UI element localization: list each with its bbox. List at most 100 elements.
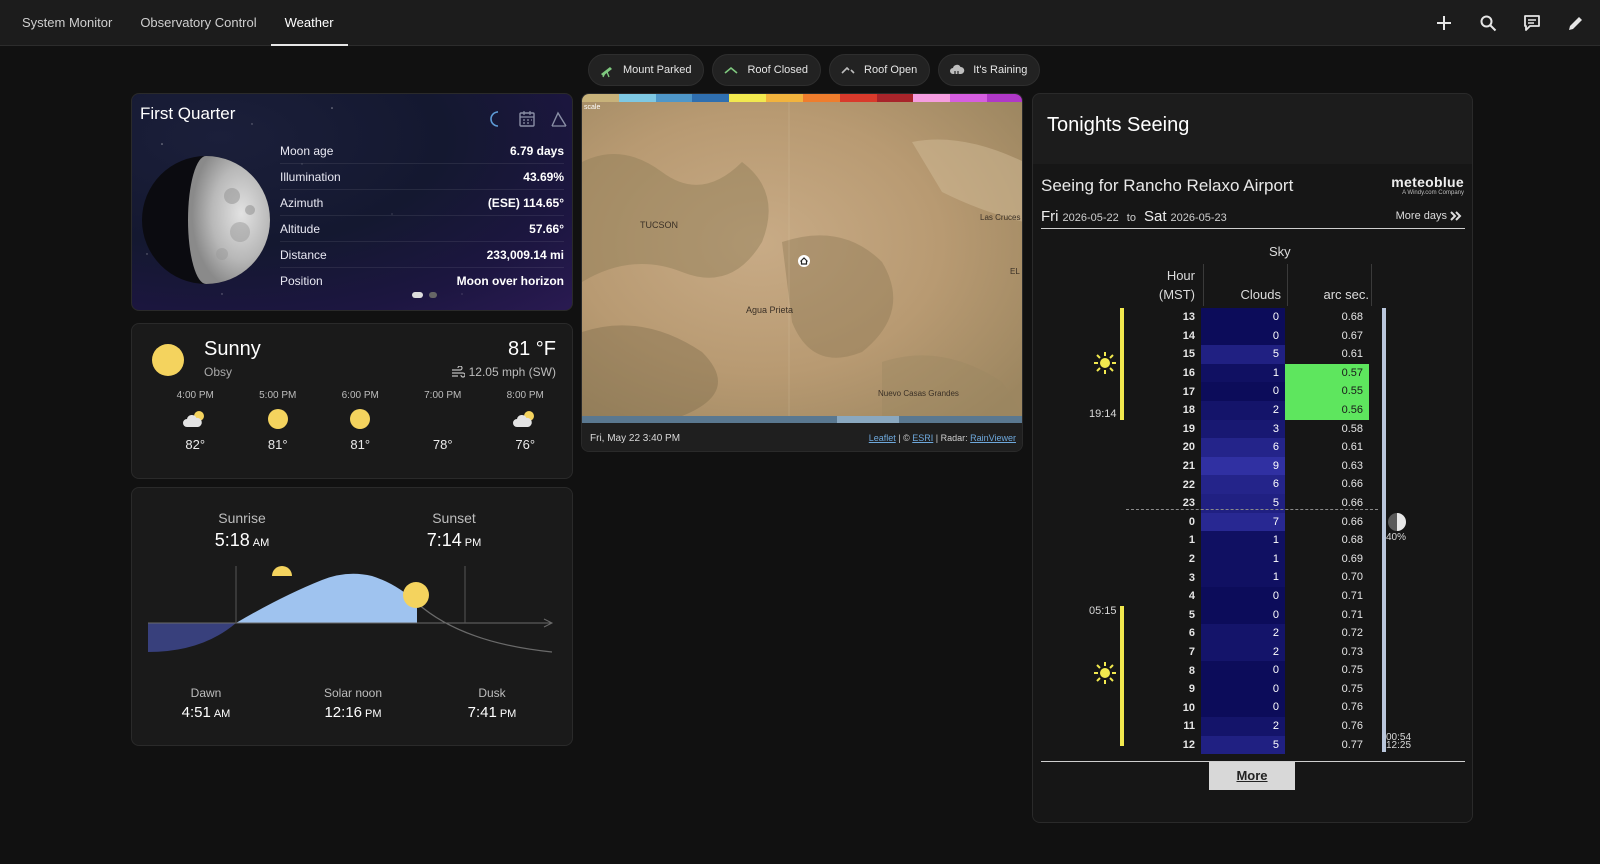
moon-row-position: Position Moon over horizon xyxy=(280,268,564,294)
roof-open-icon xyxy=(841,66,855,74)
column-divider xyxy=(1371,264,1372,306)
cloud-cover-cell: 0 xyxy=(1201,698,1285,718)
map-footer: Fri, May 22 3:40 PM Leaflet | © ESRI | R… xyxy=(582,423,1022,451)
sunrise-time-label: 05:15 xyxy=(1089,605,1117,617)
seeing-row: 13 0 0.68 xyxy=(1121,308,1369,327)
cloud-cover-cell: 5 xyxy=(1201,345,1285,364)
search-icon[interactable] xyxy=(1476,11,1500,35)
tab-observatory-control[interactable]: Observatory Control xyxy=(126,0,270,46)
seeing-hour: 0 xyxy=(1188,515,1195,528)
more-days-link[interactable]: More days xyxy=(1396,210,1462,222)
map-city-label: Las Cruces xyxy=(980,213,1020,222)
carousel-dot-1[interactable] xyxy=(412,292,423,298)
cloud-cover-cell: 5 xyxy=(1201,735,1285,755)
dashboard-tabs: System Monitor Observatory Control Weath… xyxy=(8,0,348,46)
dawn-time: 4:51 AM xyxy=(166,704,246,721)
cloud-cover-cell: 3 xyxy=(1201,419,1285,439)
chip-mount-parked[interactable]: Mount Parked xyxy=(588,54,705,86)
dusk-label: Dusk xyxy=(478,686,506,700)
seeing-arcsec-cell: 0.66 xyxy=(1341,478,1363,491)
moon-time-2: 12:25 xyxy=(1386,740,1412,751)
cloud-cover-cell: 7 xyxy=(1201,512,1285,532)
map-attribution: Leaflet | © ESRI | Radar: RainViewer xyxy=(869,433,1016,443)
row-label: Azimuth xyxy=(280,196,324,210)
row-label: Moon age xyxy=(280,144,334,158)
row-value: 233,009.14 mi xyxy=(486,248,564,262)
radar-timeline-progress[interactable] xyxy=(837,416,900,423)
edit-pencil-icon[interactable] xyxy=(1564,11,1588,35)
moon-row-age: Moon age 6.79 days xyxy=(280,138,564,164)
satellite-map[interactable]: scale TUCSON Agua Prieta Las Cruces EL N… xyxy=(582,102,1023,416)
sun-daylight-bar xyxy=(1120,308,1124,420)
sunny-icon xyxy=(152,344,184,376)
seeing-row: 2 1 0.69 xyxy=(1121,549,1369,569)
wind-speed: 12.05 mph (SW) xyxy=(468,365,556,379)
weather-location: Obsy xyxy=(204,365,233,379)
forecast-time: 8:00 PM xyxy=(506,390,544,401)
seeing-hour: 1 xyxy=(1188,534,1195,547)
weather-forecast-card[interactable]: Sunny Obsy 81 °F 12.05 mph (SW) 4:00 PM … xyxy=(131,323,573,479)
header-divider xyxy=(1041,228,1465,229)
moon-phase-title: First Quarter xyxy=(140,104,236,123)
forecast-temp: 82° xyxy=(185,437,206,452)
solar-noon-time: 12:16 PM xyxy=(298,704,408,721)
seeing-row: 21 9 0.63 xyxy=(1121,456,1369,476)
chip-roof-open[interactable]: Roof Open xyxy=(829,54,931,86)
tab-system-monitor[interactable]: System Monitor xyxy=(8,0,126,46)
meteoblue-logo[interactable]: meteoblue A Windy.com Company xyxy=(1391,174,1464,196)
seeing-row: 6 2 0.72 xyxy=(1121,624,1369,643)
cloud-cover-cell: 6 xyxy=(1201,475,1285,494)
radar-scale-swatch xyxy=(582,94,619,102)
radar-scale-swatch xyxy=(987,94,1022,102)
radar-scale-swatch xyxy=(950,94,988,102)
cloud-cover-cell: 0 xyxy=(1201,308,1285,327)
forecast-temp: 78° xyxy=(432,437,453,452)
sky-column-group-header: Sky xyxy=(1269,244,1291,259)
forecast-temp: 76° xyxy=(515,437,536,452)
chip-label: Roof Closed xyxy=(747,64,809,76)
esri-link[interactable]: ESRI xyxy=(912,433,933,443)
row-label: Distance xyxy=(280,248,327,262)
row-label: Illumination xyxy=(280,170,341,184)
seeing-hour: 21 xyxy=(1182,460,1195,473)
tab-weather[interactable]: Weather xyxy=(270,0,348,46)
radar-timeline-bar[interactable] xyxy=(582,416,1022,423)
chip-roof-closed[interactable]: Roof Closed xyxy=(712,54,822,86)
meteoblue-seeing-widget: Seeing for Rancho Relaxo Airport meteobl… xyxy=(1033,164,1472,822)
seeing-row: 22 6 0.66 xyxy=(1121,475,1369,494)
altitude-chart-icon[interactable] xyxy=(550,110,568,128)
moon-row-altitude: Altitude 57.66° xyxy=(280,216,564,242)
cloud-cover-cell: 0 xyxy=(1201,661,1285,680)
leaflet-link[interactable]: Leaflet xyxy=(869,433,896,443)
seeing-arcsec-cell: 0.61 xyxy=(1341,348,1363,361)
radar-scale-swatch xyxy=(876,94,914,102)
chip-its-raining[interactable]: It's Raining xyxy=(938,54,1041,86)
midnight-divider xyxy=(1126,509,1378,510)
seeing-arcsec-cell: 0.76 xyxy=(1341,720,1363,733)
seeing-arcsec-cell: 0.68 xyxy=(1341,311,1363,323)
moon-phase-icon[interactable] xyxy=(486,110,504,128)
seeing-row: 10 0 0.76 xyxy=(1121,698,1369,718)
add-icon[interactable] xyxy=(1432,11,1456,35)
night-clear-icon xyxy=(436,409,449,427)
forecast-temp: 81° xyxy=(350,437,371,452)
more-button[interactable]: More xyxy=(1209,762,1295,790)
moon-times: 00:54 12:25 xyxy=(1386,733,1412,751)
radar-color-scale xyxy=(582,94,1022,102)
seeing-hour: 16 xyxy=(1182,367,1195,380)
row-label: Altitude xyxy=(280,222,321,236)
cloud-cover-cell: 9 xyxy=(1201,456,1285,476)
forecast-time: 4:00 PM xyxy=(176,390,214,401)
radar-scale-swatch xyxy=(802,94,840,102)
more-days-label: More days xyxy=(1395,210,1447,222)
rainviewer-link[interactable]: RainViewer xyxy=(970,433,1016,443)
sun-position-marker xyxy=(403,582,429,608)
calendar-icon[interactable] xyxy=(518,110,536,128)
carousel-dot-2[interactable] xyxy=(429,292,437,298)
seeing-row: 18 2 0.56 xyxy=(1121,400,1369,420)
wind-readout: 12.05 mph (SW) xyxy=(451,365,556,379)
cloud-cover-cell: 1 xyxy=(1201,568,1285,587)
chat-icon[interactable] xyxy=(1520,11,1544,35)
sunset-time-label: 19:14 xyxy=(1089,408,1117,420)
seeing-hour: 17 xyxy=(1182,385,1195,398)
